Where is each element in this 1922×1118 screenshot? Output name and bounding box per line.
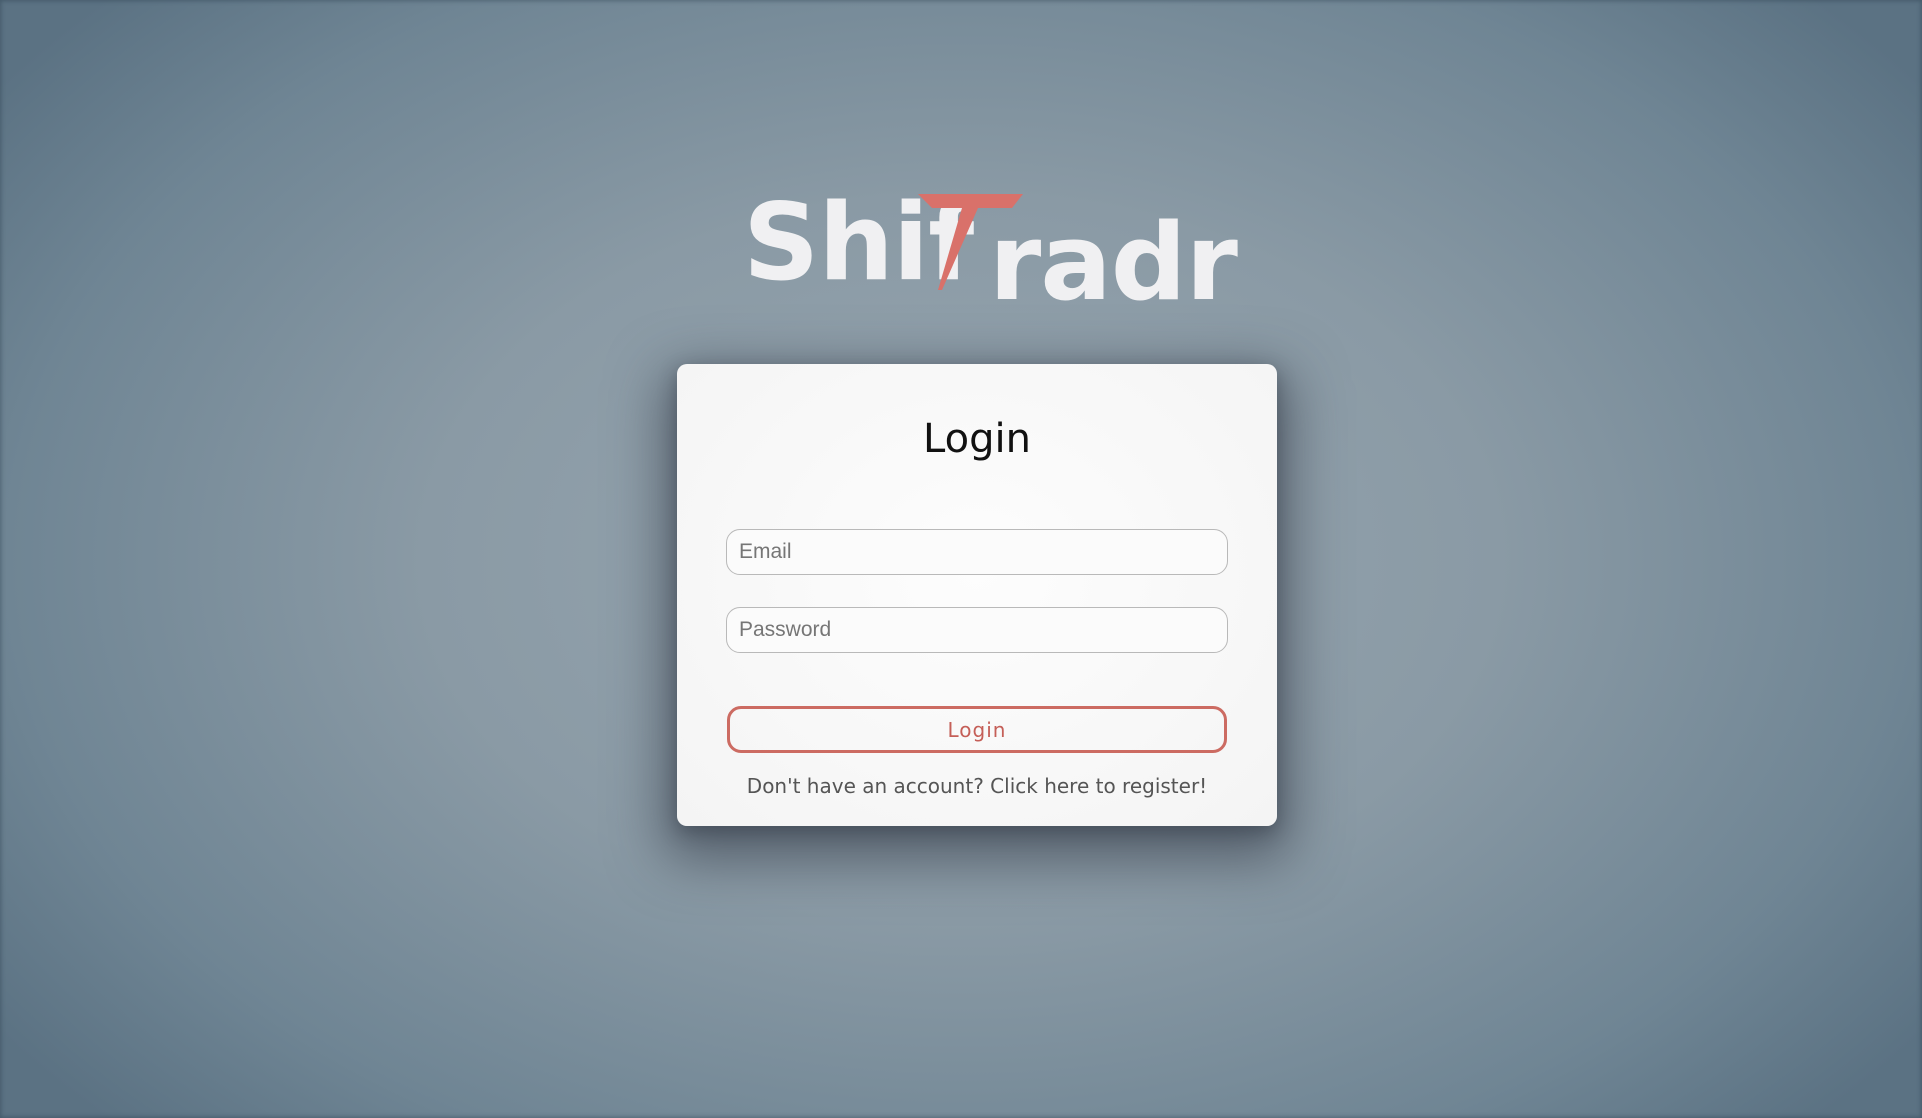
logo-text-right: radr xyxy=(989,201,1238,324)
password-field[interactable] xyxy=(726,607,1228,653)
shiftradr-logo: Shif radr xyxy=(743,190,1238,316)
login-card: Login Login Don't have an account? Click… xyxy=(677,364,1277,826)
login-button[interactable]: Login xyxy=(727,706,1227,753)
login-title: Login xyxy=(923,416,1031,462)
email-field[interactable] xyxy=(726,529,1228,575)
register-link[interactable]: Don't have an account? Click here to reg… xyxy=(677,774,1277,798)
